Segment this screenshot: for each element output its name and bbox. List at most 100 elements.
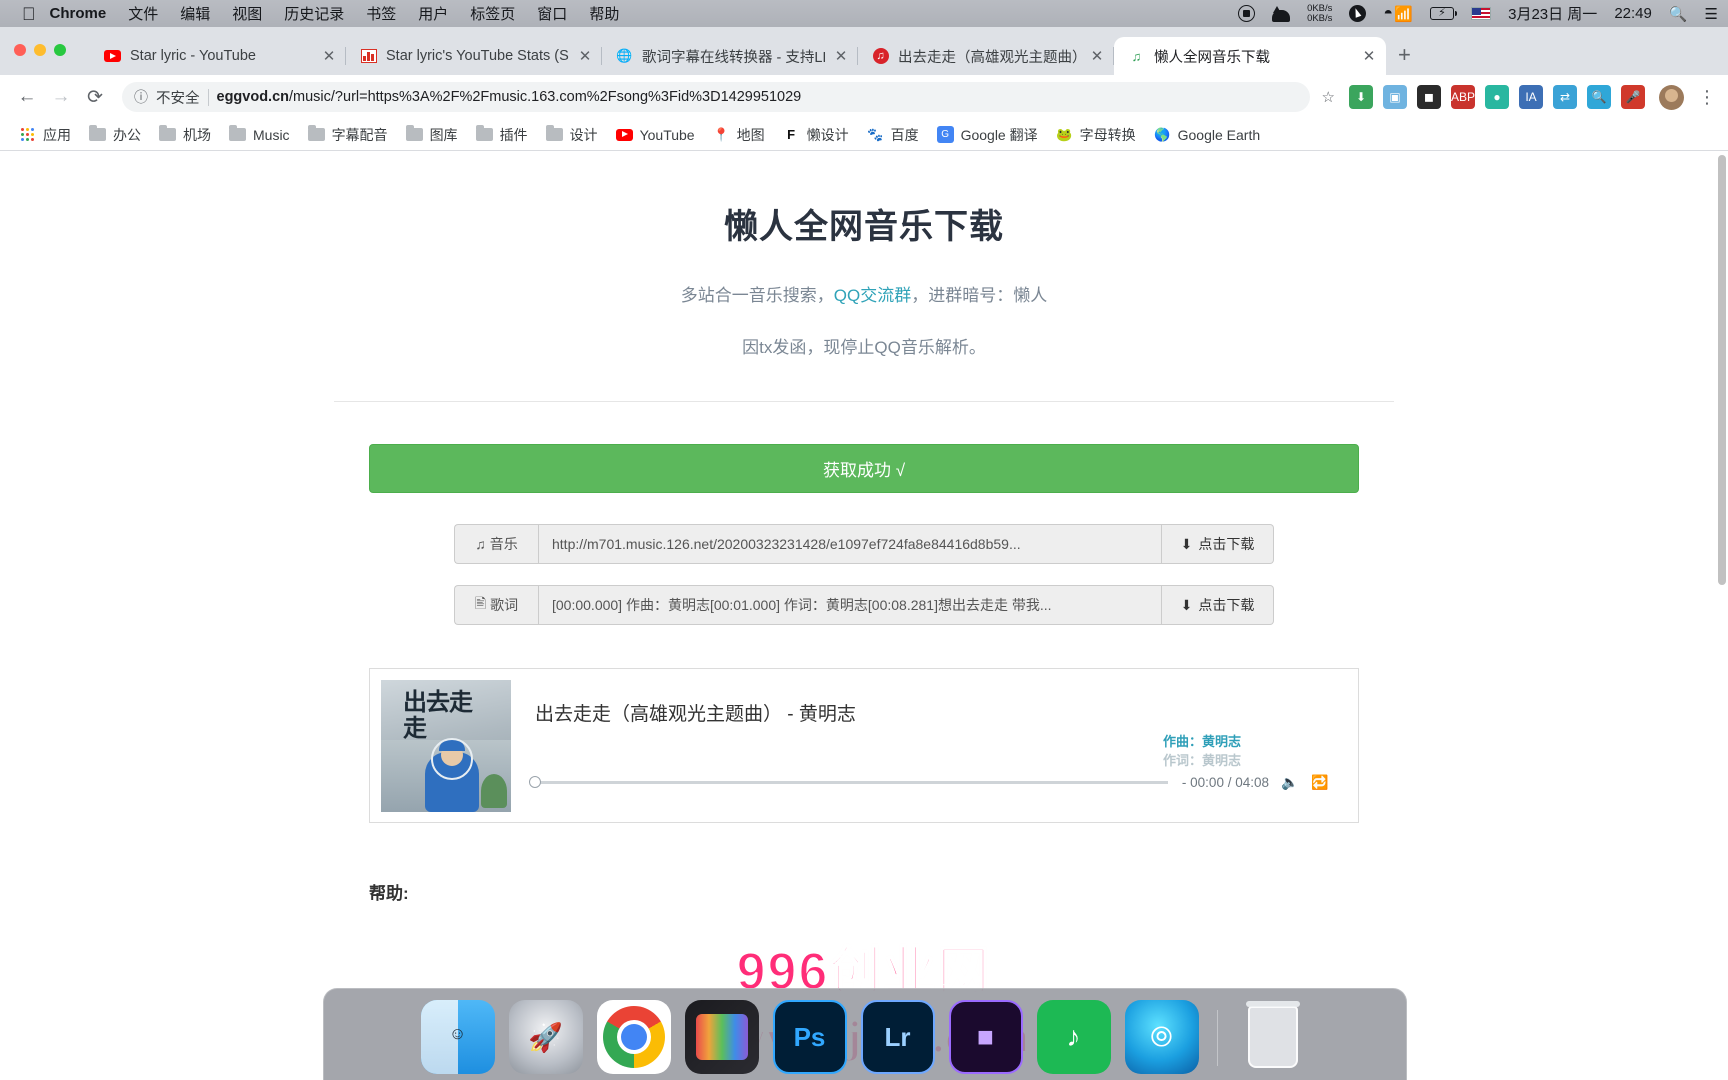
volume-icon[interactable]: 🔈 xyxy=(1281,773,1299,791)
network-speed-indicator[interactable]: 0KB/s 0KB/s xyxy=(1307,3,1332,24)
bookmark-fotor[interactable]: F 懒设计 xyxy=(774,122,858,148)
bookmark-design[interactable]: 设计 xyxy=(537,122,607,148)
dock-item-photoshop[interactable]: Ps xyxy=(772,1000,847,1074)
close-window-button[interactable] xyxy=(14,44,26,56)
bookmark-plugins[interactable]: 插件 xyxy=(467,122,537,148)
new-tab-button[interactable]: + xyxy=(1398,42,1411,68)
extension-translate-icon[interactable]: ⇄ xyxy=(1553,85,1577,109)
bookmark-google-earth[interactable]: 🌎 Google Earth xyxy=(1145,122,1270,148)
bookmark-letter-converter[interactable]: 🐸 字母转换 xyxy=(1047,122,1145,148)
close-icon[interactable]: ✕ xyxy=(578,47,592,65)
wifi-icon[interactable]: ◓ 📶 xyxy=(1383,5,1413,23)
menu-item-file[interactable]: 文件 xyxy=(128,3,158,24)
bookmark-google-translate[interactable]: G Google 翻译 xyxy=(928,122,1047,148)
dock-item-chrome[interactable] xyxy=(596,1000,671,1074)
seek-slider[interactable] xyxy=(529,775,1168,788)
close-icon[interactable]: ✕ xyxy=(322,47,336,65)
folder-icon xyxy=(89,125,106,143)
bookmark-image-library[interactable]: 图库 xyxy=(397,122,467,148)
lyrics-text-input[interactable]: [00:00.000] 作曲：黄明志[00:01.000] 作词：黄明志[00:… xyxy=(538,585,1162,625)
bookmark-label: 懒设计 xyxy=(806,126,849,143)
extension-teal-icon[interactable]: ● xyxy=(1485,85,1509,109)
control-center-icon[interactable]: ☰ xyxy=(1705,5,1718,23)
bookmark-office[interactable]: 办公 xyxy=(80,122,150,148)
dock-item-launchpad[interactable]: 🚀 xyxy=(508,1000,583,1074)
tab-star-lyric-youtube[interactable]: Star lyric - YouTube ✕ xyxy=(90,37,346,75)
apple-menu-icon[interactable]:  xyxy=(22,5,36,23)
menu-item-edit[interactable]: 编辑 xyxy=(180,3,210,24)
close-icon[interactable]: ✕ xyxy=(834,47,848,65)
menu-item-history[interactable]: 历史记录 xyxy=(284,3,344,24)
lyrics-download-button[interactable]: ⬇ 点击下载 xyxy=(1162,585,1274,625)
chrome-menu-button[interactable]: ⋮ xyxy=(1698,87,1716,108)
close-icon[interactable]: ✕ xyxy=(1090,47,1104,65)
spotlight-search-icon[interactable]: 🔍 xyxy=(1669,5,1688,23)
bookmark-airport[interactable]: 机场 xyxy=(150,122,220,148)
bookmark-label: 地图 xyxy=(736,126,765,143)
address-bar[interactable]: ⓘ 不安全 eggvod.cn/music/?url=https%3A%2F%2… xyxy=(122,82,1310,112)
back-button[interactable]: ← xyxy=(12,82,42,112)
tab-netease-song[interactable]: ♫ 出去走走（高雄观光主题曲）－ ✕ xyxy=(858,37,1114,75)
tab-star-lyric-stats[interactable]: Star lyric's YouTube Stats (Sum ✕ xyxy=(346,37,602,75)
extension-image-icon[interactable]: ▣ xyxy=(1383,85,1407,109)
dock-item-final-cut-pro[interactable] xyxy=(684,1000,759,1074)
avatar[interactable] xyxy=(1659,84,1684,110)
menu-item-view[interactable]: 视图 xyxy=(232,3,262,24)
dock-item-finder[interactable]: ☺ xyxy=(420,1000,495,1074)
bookmark-music[interactable]: Music xyxy=(220,122,299,148)
input-source-flag-icon[interactable] xyxy=(1471,7,1492,20)
menu-item-bookmarks[interactable]: 书签 xyxy=(366,3,396,24)
folder-icon xyxy=(475,125,493,143)
bookmark-subtitle-dubbing[interactable]: 字幕配音 xyxy=(299,122,397,148)
menu-item-window[interactable]: 窗口 xyxy=(537,3,567,24)
audio-player-card: 出去走走 出去走走（高雄观光主题曲） - 黄明志 作曲：黄明志 作词：黄明志 -… xyxy=(369,668,1359,823)
screen-record-icon[interactable] xyxy=(1238,5,1256,22)
dock-item-lightroom[interactable]: Lr xyxy=(860,1000,935,1074)
tab-lyric-converter[interactable]: 🌐 歌词字幕在线转换器 - 支持LRC ✕ xyxy=(602,37,858,75)
maximize-window-button[interactable] xyxy=(54,44,66,56)
bookmark-apps[interactable]: 应用 xyxy=(10,122,80,148)
menu-item-profiles[interactable]: 用户 xyxy=(418,3,448,24)
extension-adblock-icon[interactable]: ABP xyxy=(1451,85,1475,109)
menu-item-chrome[interactable]: Chrome xyxy=(50,5,107,22)
content-container: 懒人全网音乐下载 多站合一音乐搜索，QQ交流群，进群暗号：懒人 因tx发函，现停… xyxy=(334,151,1394,904)
bookmark-youtube[interactable]: YouTube xyxy=(607,122,704,148)
music-note-icon: ♫ xyxy=(1131,48,1142,64)
extension-ia-icon[interactable]: IA xyxy=(1519,85,1543,109)
dock-item-trash[interactable] xyxy=(1236,1000,1310,1074)
menu-item-help[interactable]: 帮助 xyxy=(589,3,619,24)
close-icon[interactable]: ✕ xyxy=(1362,47,1376,65)
cursor-tool-icon[interactable] xyxy=(1349,5,1367,22)
minimize-window-button[interactable] xyxy=(34,44,46,56)
bookmark-maps[interactable]: 📍 地图 xyxy=(704,122,774,148)
extension-dark-icon[interactable]: ◼ xyxy=(1417,85,1441,109)
dock-divider xyxy=(1216,1010,1218,1066)
battery-icon[interactable]: ⚡ xyxy=(1430,7,1458,20)
page-content: 懒人全网音乐下载 多站合一音乐搜索，QQ交流群，进群暗号：懒人 因tx发函，现停… xyxy=(0,151,1728,1080)
fotor-icon: F xyxy=(787,127,796,142)
dock-item-after-effects[interactable]: ■ xyxy=(948,1000,1023,1074)
tab-music-downloader[interactable]: ♫ 懒人全网音乐下载 ✕ xyxy=(1114,37,1386,75)
music-url-input[interactable]: http://m701.music.126.net/20200323231428… xyxy=(538,524,1162,564)
qq-group-link[interactable]: QQ交流群 xyxy=(834,286,911,305)
reload-button[interactable]: ⟳ xyxy=(80,82,110,112)
bookmark-star-icon[interactable]: ☆ xyxy=(1322,88,1335,106)
window-controls[interactable] xyxy=(14,44,66,56)
menu-item-tab[interactable]: 标签页 xyxy=(470,3,515,24)
dock-item-qq[interactable]: ⦾ xyxy=(1124,1000,1199,1074)
bookmark-label: 机场 xyxy=(183,126,211,143)
dock-item-spotify[interactable]: ♪ xyxy=(1036,1000,1111,1074)
extension-mic-icon[interactable]: 🎤 xyxy=(1621,85,1645,109)
loop-icon[interactable]: 🔁 xyxy=(1311,773,1329,791)
extension-search-icon[interactable]: 🔍 xyxy=(1587,85,1611,109)
extension-download-icon[interactable]: ⬇ xyxy=(1349,85,1373,109)
page-title: 懒人全网音乐下载 xyxy=(724,208,1004,246)
vertical-scrollbar[interactable] xyxy=(1718,155,1726,585)
music-download-button[interactable]: ⬇ 点击下载 xyxy=(1162,524,1274,564)
forward-button[interactable]: → xyxy=(46,82,76,112)
lyrics-row-label-text: 歌词 xyxy=(490,597,519,613)
info-circle-icon[interactable]: ⓘ xyxy=(134,87,148,107)
cat-status-icon[interactable] xyxy=(1272,5,1291,22)
bookmark-baidu[interactable]: 🐾 百度 xyxy=(858,122,928,148)
seek-handle[interactable] xyxy=(529,775,541,788)
